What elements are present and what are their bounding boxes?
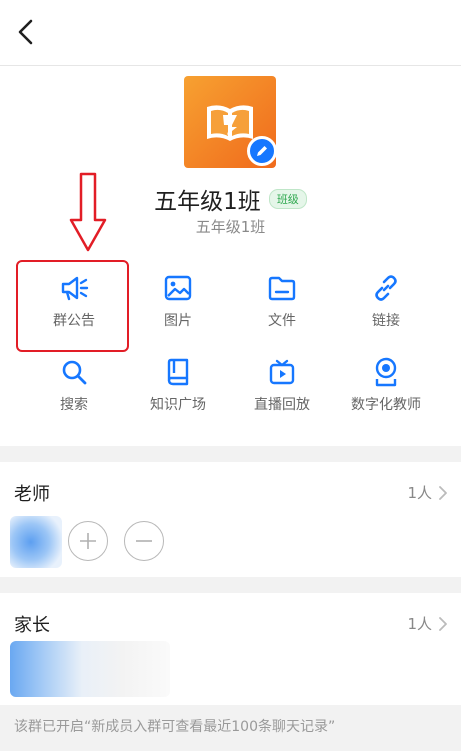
chevron-left-icon [18,19,33,45]
parents-count: 1人 [407,615,432,633]
back-button[interactable] [8,14,44,50]
tool-announcement[interactable]: 群公告 [22,272,126,334]
tool-search[interactable]: 搜索 [22,356,126,418]
book-icon [162,356,194,388]
tool-digital-teacher[interactable]: 数字化教师 [334,356,438,418]
history-notice: 该群已开启“新成员入群可查看最近100条聊天记录” [0,705,461,751]
image-icon [162,272,194,304]
add-member-button[interactable] [68,521,108,561]
group-header: 五年级1班 班级 五年级1班 群公告 图片 文件 链接 搜索 知识广场 直播回放… [0,66,461,446]
tool-label: 搜索 [60,397,88,413]
pencil-icon [257,146,267,156]
megaphone-icon [58,272,90,304]
top-bar [0,0,461,66]
folder-icon [266,272,298,304]
edit-avatar-button[interactable] [247,136,277,166]
parents-section: 家长 1人 [0,593,461,705]
link-icon [370,272,402,304]
badge-icon [370,356,402,388]
tool-label: 链接 [372,313,400,329]
tool-live-replay[interactable]: 直播回放 [230,356,334,418]
teachers-title: 老师 [14,484,50,505]
parents-count-link[interactable]: 1人 [407,613,447,634]
section-divider [0,577,461,593]
tool-images[interactable]: 图片 [126,272,230,334]
tool-knowledge-square[interactable]: 知识广场 [126,356,230,418]
tool-files[interactable]: 文件 [230,272,334,334]
tool-label: 文件 [268,313,296,329]
teachers-section: 老师 1人 [0,462,461,577]
parents-title: 家长 [14,615,50,636]
avatar[interactable] [10,516,62,568]
teachers-count-link[interactable]: 1人 [407,482,447,503]
group-name[interactable]: 五年级1班 [154,182,261,216]
tool-label: 群公告 [53,313,95,329]
annotation-arrow-icon [69,172,107,252]
plus-icon [80,533,96,549]
section-divider [0,446,461,462]
tool-label: 直播回放 [254,397,310,413]
search-icon [58,356,90,388]
remove-member-button[interactable] [124,521,164,561]
teachers-count: 1人 [407,484,432,502]
tool-label: 图片 [164,313,192,329]
minus-icon [136,540,152,542]
chevron-right-icon [439,616,447,631]
tool-links[interactable]: 链接 [334,272,438,334]
chevron-right-icon [439,485,447,500]
tool-label: 知识广场 [150,397,206,413]
group-type-tag: 班级 [268,189,307,209]
tv-icon [266,356,298,388]
tool-label: 数字化教师 [351,397,421,413]
avatar[interactable] [10,641,170,697]
